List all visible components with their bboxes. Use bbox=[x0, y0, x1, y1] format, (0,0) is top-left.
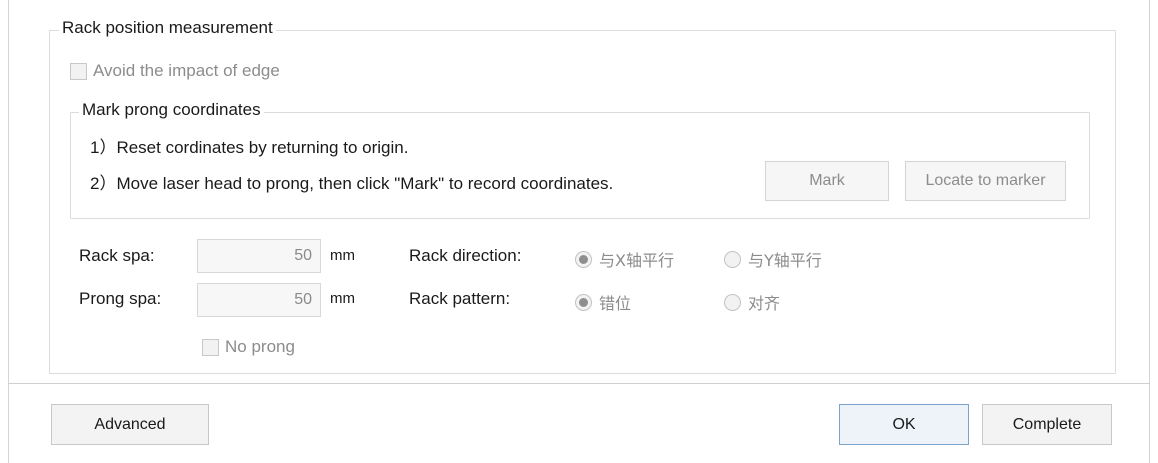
advanced-button[interactable]: Advanced bbox=[51, 404, 209, 445]
rack-spa-label: Rack spa: bbox=[79, 246, 155, 265]
mark-button[interactable]: Mark bbox=[765, 161, 889, 201]
radio-aligned-label: 对齐 bbox=[748, 294, 781, 313]
radio-aligned[interactable]: 对齐 bbox=[724, 290, 780, 314]
radio-staggered[interactable]: 错位 bbox=[575, 290, 631, 314]
radio-staggered-dot[interactable] bbox=[575, 293, 592, 311]
mark-prong-group-title: Mark prong coordinates bbox=[79, 100, 264, 120]
avoid-edge-checkbox-box[interactable] bbox=[70, 62, 87, 80]
radio-parallel-y-label: 与Y轴平行 bbox=[748, 251, 822, 270]
no-prong-label: No prong bbox=[225, 337, 295, 356]
rack-position-group-title: Rack position measurement bbox=[59, 18, 276, 38]
locate-to-marker-button[interactable]: Locate to marker bbox=[905, 161, 1066, 201]
no-prong-checkbox-box[interactable] bbox=[202, 338, 219, 356]
rack-measurement-dialog: Rack position measurement Avoid the impa… bbox=[0, 0, 1158, 463]
dialog-left-border bbox=[8, 0, 9, 463]
complete-button[interactable]: Complete bbox=[982, 404, 1112, 445]
instruction-step-1: 1）Reset cordinates by returning to origi… bbox=[90, 138, 409, 157]
avoid-edge-checkbox[interactable]: Avoid the impact of edge bbox=[70, 61, 280, 81]
rack-spa-input[interactable]: 50 bbox=[197, 239, 321, 273]
footer-divider bbox=[8, 383, 1150, 384]
radio-staggered-label: 错位 bbox=[599, 294, 632, 313]
radio-parallel-y[interactable]: 与Y轴平行 bbox=[724, 247, 822, 271]
prong-spa-unit: mm bbox=[330, 290, 355, 307]
prong-spa-label: Prong spa: bbox=[79, 289, 162, 308]
avoid-edge-label: Avoid the impact of edge bbox=[93, 61, 280, 80]
no-prong-checkbox[interactable]: No prong bbox=[202, 337, 295, 357]
instruction-step-2: 2）Move laser head to prong, then click "… bbox=[90, 174, 614, 193]
dialog-right-border bbox=[1149, 0, 1150, 463]
rack-pattern-label: Rack pattern: bbox=[409, 289, 511, 308]
radio-parallel-x-dot[interactable] bbox=[575, 250, 592, 268]
ok-button[interactable]: OK bbox=[839, 404, 969, 445]
prong-spa-input[interactable]: 50 bbox=[197, 283, 321, 317]
radio-aligned-dot[interactable] bbox=[724, 293, 741, 311]
radio-parallel-x-label: 与X轴平行 bbox=[599, 251, 674, 270]
rack-direction-label: Rack direction: bbox=[409, 246, 522, 265]
radio-parallel-x[interactable]: 与X轴平行 bbox=[575, 247, 674, 271]
rack-spa-unit: mm bbox=[330, 247, 355, 264]
radio-parallel-y-dot[interactable] bbox=[724, 250, 741, 268]
